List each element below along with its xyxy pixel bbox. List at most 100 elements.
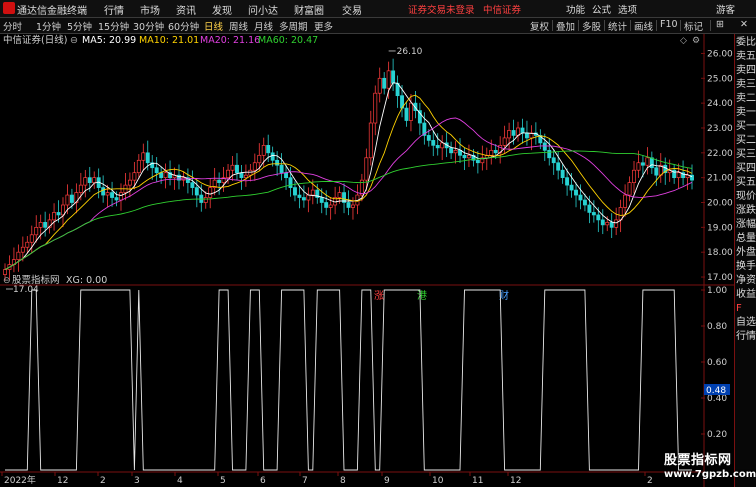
tf-1min[interactable]: 1分钟 [36,19,61,33]
tf-60min[interactable]: 60分钟 [168,19,199,33]
menu-zixun[interactable]: 资讯 [176,2,196,17]
login-status[interactable]: 证券交易未登录 [408,2,475,16]
candle-body [136,159,141,174]
candle-body [92,177,97,183]
tool-f10[interactable]: F10 [660,19,678,30]
watermark-url: www.7gpzb.com [664,469,756,480]
candle-body [163,172,168,179]
side-panel-item[interactable]: 行情 [736,330,756,343]
price-tick-label: 18.00 [707,248,733,258]
side-panel-item[interactable]: 涨幅 [736,218,756,231]
side-panel-item[interactable]: 买二 [736,134,756,147]
candle-body [346,202,351,208]
menu-bar: 通达信金融终端 行情 市场 资讯 发现 问小达 财富圈 交易 证券交易未登录 中… [0,0,756,18]
side-panel-item[interactable]: 现价 [736,190,756,203]
candle-body [208,187,213,198]
side-panel-item[interactable]: 自选 [736,316,756,329]
indicator-tick-label: 1.00 [707,286,727,296]
indicator-collapse-icon[interactable]: ⊖ [3,276,11,286]
price-tick-label: 19.00 [707,223,733,233]
settings-icon[interactable]: ⚙ [692,36,700,46]
side-panel-item[interactable]: 买五 [736,176,756,189]
side-panel-item[interactable]: 总量 [736,232,756,245]
tf-fenshi[interactable]: 分时 [3,19,22,33]
candle-body [337,192,342,198]
date-tick-label: 10 [432,476,444,486]
candle-body [243,174,248,179]
menu-caifuquan[interactable]: 财富圈 [294,2,324,17]
candle-body [551,157,556,164]
candle-body [466,154,471,159]
tf-30min[interactable]: 30分钟 [133,19,164,33]
side-panel-item[interactable]: 买一 [736,120,756,133]
tf-15min[interactable]: 15分钟 [98,19,129,33]
indicator-name: 股票指标网 [12,274,60,286]
candle-body [20,246,25,253]
side-panel-item[interactable]: 卖三 [736,78,756,91]
side-panel-item[interactable]: 收益 [736,288,756,301]
tool-biaoji[interactable]: 标记 [684,19,703,33]
tool-huaxian[interactable]: 画线 [634,19,653,33]
side-panel-item[interactable]: F [736,302,756,315]
tool-tongji[interactable]: 统计 [608,19,627,33]
candle-body [69,194,74,203]
tf-daily[interactable]: 日线 [204,19,223,33]
tool-duogu[interactable]: 多股 [582,19,601,33]
side-panel-item[interactable]: 涨跌 [736,204,756,217]
tool-diejia[interactable]: 叠加 [556,19,575,33]
side-panel-item[interactable]: 卖四 [736,64,756,77]
options-menu[interactable]: 选项 [618,2,637,16]
menu-wenxiaoda[interactable]: 问小达 [248,2,278,17]
menu-hangqing[interactable]: 行情 [104,2,124,17]
tf-5min[interactable]: 5分钟 [67,19,92,33]
candle-body [261,145,266,156]
date-tick-label: 4 [177,476,183,486]
collapse-icon[interactable]: ⊖ [70,35,78,46]
kline-chart[interactable]: 中信证券(日线) ⊖ MA5: 20.99 MA10: 21.01 MA20: … [0,34,734,487]
guest-label[interactable]: 游客 [716,2,735,16]
tf-weekly[interactable]: 周线 [229,19,248,33]
diamond-icon[interactable]: ◇ [680,36,687,46]
candle-body [462,154,467,159]
side-panel-item[interactable]: 换手 [736,260,756,273]
indicator-value: XG: 0.00 [66,275,107,286]
side-panel-item[interactable]: 买三 [736,148,756,161]
side-panel-item[interactable]: 净资 [736,274,756,287]
candle-body [431,140,436,146]
side-panel-item[interactable]: 卖一 [736,106,756,119]
tf-multi[interactable]: 多周期 [279,19,308,33]
side-panel-item[interactable]: 买四 [736,162,756,175]
candle-body [605,222,610,226]
current-value: 0.48 [706,386,726,396]
function-menu[interactable]: 功能 [566,2,585,16]
layout-grid-icon[interactable]: ⊞ [716,19,724,30]
close-icon[interactable]: ✕ [740,19,748,30]
event-marker-zhang[interactable]: 涨 [374,290,384,302]
candle-body [632,169,636,183]
event-marker-gang[interactable]: 港 [417,290,427,302]
date-tick-label: 12 [57,476,68,486]
candle-body [190,182,195,188]
candle-body [453,149,458,154]
broker-name[interactable]: 中信证券 [483,2,521,16]
menu-faxian[interactable]: 发现 [212,2,232,17]
menu-jiaoyi[interactable]: 交易 [342,2,362,17]
candle-body [404,107,409,121]
candle-body [83,177,88,186]
candle-body [596,214,601,221]
side-panel-item[interactable]: 卖二 [736,92,756,105]
tf-more[interactable]: 更多 [314,19,333,33]
candle-body [645,157,650,166]
candle-body [636,162,641,171]
side-panel-item[interactable]: 外盘 [736,246,756,259]
tf-monthly[interactable]: 月线 [254,19,273,33]
formula-menu[interactable]: 公式 [592,2,611,16]
side-panel-item[interactable]: 委比 [736,36,756,49]
tool-fuquan[interactable]: 复权 [530,19,549,33]
candle-body [275,159,280,166]
candle-body [627,182,632,196]
side-panel-item[interactable]: 卖五 [736,50,756,63]
menu-shichang[interactable]: 市场 [140,2,160,17]
candle-body [614,219,619,228]
candle-body [119,192,123,201]
